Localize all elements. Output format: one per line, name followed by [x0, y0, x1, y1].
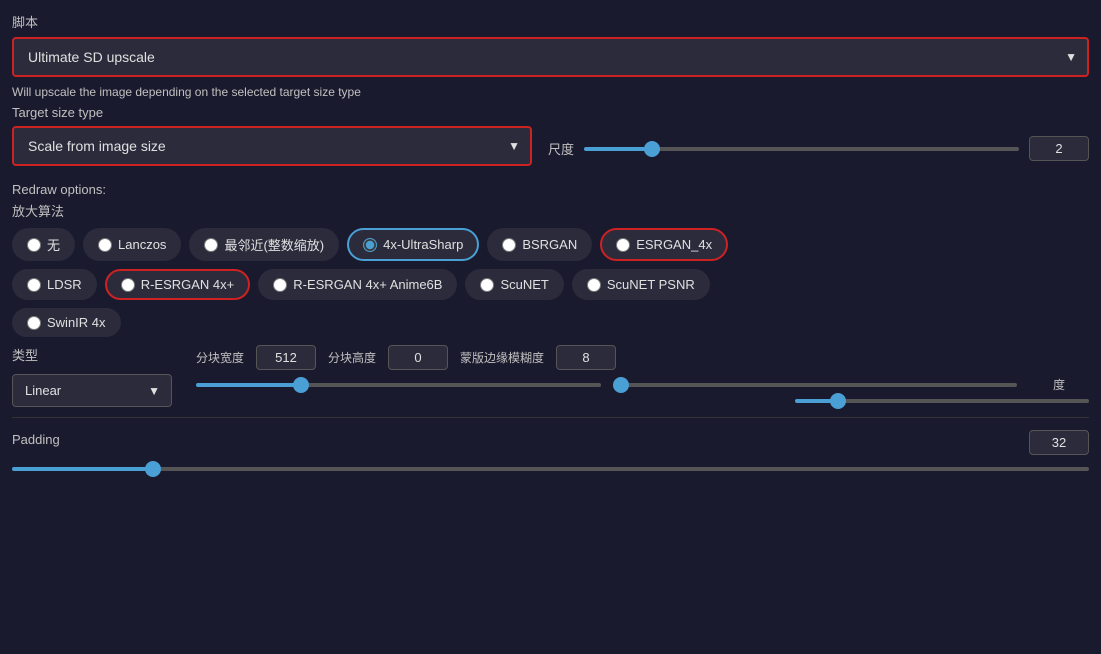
radio-ldsr[interactable] — [27, 278, 41, 292]
type-col: 类型 Linear ▼ — [12, 345, 172, 407]
radio-scunet[interactable] — [480, 278, 494, 292]
target-size-select[interactable]: Scale from image size — [12, 126, 532, 166]
padding-label: Padding — [12, 432, 1019, 447]
radio-nearest[interactable] — [204, 238, 218, 252]
target-size-label: Target size type — [12, 105, 532, 120]
radio-group-row3: SwinIR 4x — [12, 308, 1089, 337]
radio-label-scunet: ScuNET — [500, 277, 548, 292]
radio-label-lanczos: Lanczos — [118, 237, 166, 252]
radio-esrgan4x[interactable] — [616, 238, 630, 252]
redraw-label: Redraw options: — [12, 182, 1089, 197]
chunk-width-input[interactable] — [256, 345, 316, 370]
radio-item-nearest[interactable]: 最邻近(整数缩放) — [189, 228, 339, 261]
radio-ultrasharp[interactable] — [363, 238, 377, 252]
radio-label-resrgan4x: R-ESRGAN 4x+ — [141, 277, 235, 292]
radio-item-ldsr[interactable]: LDSR — [12, 269, 97, 300]
radio-item-bsrgan[interactable]: BSRGAN — [487, 228, 592, 261]
radio-item-lanczos[interactable]: Lanczos — [83, 228, 181, 261]
radio-label-nearest: 最邻近(整数缩放) — [224, 235, 324, 254]
scale-label: 尺度 — [548, 139, 574, 158]
radio-resrgan4x[interactable] — [121, 278, 135, 292]
script-select[interactable]: Ultimate SD upscale — [12, 37, 1089, 77]
radio-label-scunet-psnr: ScuNET PSNR — [607, 277, 695, 292]
radio-resrgan-anime[interactable] — [273, 278, 287, 292]
padding-slider[interactable] — [12, 467, 1089, 471]
script-dropdown-wrapper: Ultimate SD upscale ▼ — [12, 37, 1089, 77]
radio-bsrgan[interactable] — [502, 238, 516, 252]
radio-lanczos[interactable] — [98, 238, 112, 252]
radio-item-none[interactable]: 无 — [12, 228, 75, 261]
type-select[interactable]: Linear — [12, 374, 172, 407]
radio-item-resrgan-anime[interactable]: R-ESRGAN 4x+ Anime6B — [258, 269, 457, 300]
script-label: 脚本 — [12, 12, 1089, 31]
radio-label-resrgan-anime: R-ESRGAN 4x+ Anime6B — [293, 277, 442, 292]
radio-label-none: 无 — [47, 235, 60, 254]
radio-group-row1: 无 Lanczos 最邻近(整数缩放) 4x-UltraSharp BSRGAN… — [12, 228, 1089, 261]
radio-label-ultrasharp: 4x-UltraSharp — [383, 237, 463, 252]
radio-item-swinir[interactable]: SwinIR 4x — [12, 308, 121, 337]
radio-none[interactable] — [27, 238, 41, 252]
mask-blur-label: 蒙版边缘模糊度 — [460, 349, 544, 366]
bottom-section: 类型 Linear ▼ 分块宽度 分块高度 蒙版边缘模糊度 — [12, 345, 1089, 407]
type-dropdown-wrapper: Linear ▼ — [12, 374, 172, 407]
radio-swinir[interactable] — [27, 316, 41, 330]
radio-label-ldsr: LDSR — [47, 277, 82, 292]
chunk-width-label: 分块宽度 — [196, 349, 244, 366]
target-size-dropdown-wrapper: Scale from image size ▼ — [12, 126, 532, 166]
radio-group-row2: LDSR R-ESRGAN 4x+ R-ESRGAN 4x+ Anime6B S… — [12, 269, 1089, 300]
mask-blur-label-2: 度 — [1053, 376, 1065, 393]
radio-item-ultrasharp[interactable]: 4x-UltraSharp — [347, 228, 479, 261]
algo-label: 放大算法 — [12, 201, 1089, 220]
mask-blur-slider[interactable] — [795, 399, 1089, 403]
chunk-width-slider[interactable] — [196, 383, 601, 387]
divider — [12, 417, 1089, 418]
padding-section: Padding — [12, 430, 1089, 474]
radio-label-swinir: SwinIR 4x — [47, 315, 106, 330]
type-label: 类型 — [12, 345, 172, 364]
hint-text: Will upscale the image depending on the … — [12, 85, 1089, 99]
radio-item-scunet-psnr[interactable]: ScuNET PSNR — [572, 269, 710, 300]
radio-item-scunet[interactable]: ScuNET — [465, 269, 563, 300]
radio-item-esrgan4x[interactable]: ESRGAN_4x — [600, 228, 728, 261]
scale-slider-container — [584, 147, 1019, 151]
padding-slider-container — [12, 459, 1089, 474]
scale-number-input[interactable] — [1029, 136, 1089, 161]
chunk-height-slider[interactable] — [613, 383, 1018, 387]
radio-scunet-psnr[interactable] — [587, 278, 601, 292]
padding-input[interactable] — [1029, 430, 1089, 455]
radio-label-esrgan4x: ESRGAN_4x — [636, 237, 712, 252]
radio-item-resrgan4x[interactable]: R-ESRGAN 4x+ — [105, 269, 251, 300]
radio-label-bsrgan: BSRGAN — [522, 237, 577, 252]
mask-blur-input[interactable] — [556, 345, 616, 370]
scale-slider[interactable] — [584, 147, 1019, 151]
chunk-height-label: 分块高度 — [328, 349, 376, 366]
chunk-height-input[interactable] — [388, 345, 448, 370]
